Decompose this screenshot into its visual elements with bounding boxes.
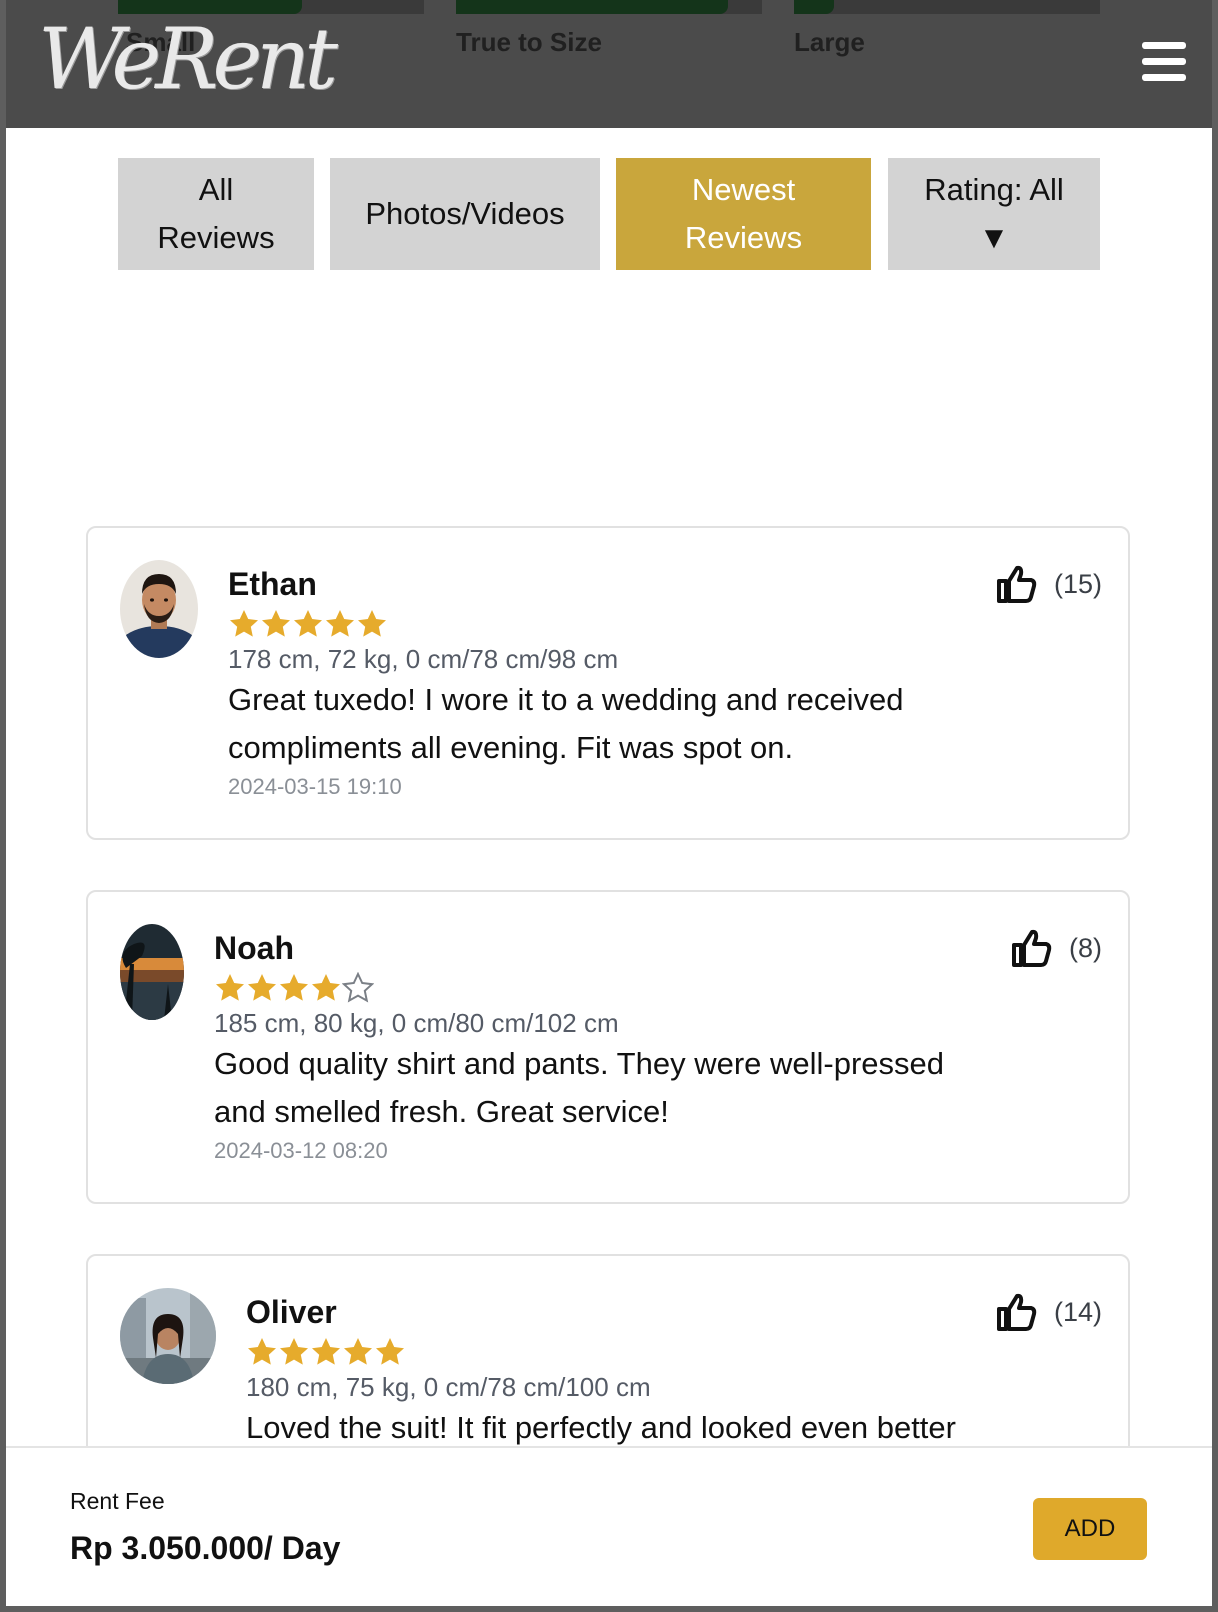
- rating-stars: [246, 1336, 406, 1368]
- hamburger-menu-icon[interactable]: [1142, 42, 1186, 82]
- like-button[interactable]: (14): [996, 1292, 1102, 1332]
- tab-newest-line2: Reviews: [684, 220, 803, 255]
- review-card: Noah 185 cm, 80 kg, 0 cm/80 cm/102 cm Go…: [86, 890, 1130, 1204]
- rating-stars: [214, 972, 374, 1004]
- rating-filter-label: Rating: All: [924, 172, 1064, 207]
- rent-fee-label: Rent Fee: [70, 1488, 165, 1514]
- reviewer-name: Oliver: [246, 1294, 337, 1330]
- star-filled-icon: [344, 1338, 372, 1365]
- reviewer-name: Ethan: [228, 566, 317, 602]
- thumbs-up-icon: [996, 1293, 1037, 1331]
- star-filled-icon: [294, 610, 322, 637]
- reviewer-measurements: 185 cm, 80 kg, 0 cm/80 cm/102 cm: [214, 1008, 619, 1038]
- werent-logo[interactable]: WeRent: [38, 14, 338, 104]
- review-date: 2024-03-15 19:10: [228, 774, 402, 799]
- tab-photos-videos-label: Photos/Videos: [365, 196, 565, 231]
- like-count: (15): [1053, 568, 1102, 599]
- star-filled-icon: [248, 974, 276, 1001]
- reviewer-name: Noah: [214, 930, 294, 966]
- thumbs-up-icon: [1012, 929, 1052, 967]
- star-filled-icon: [230, 610, 258, 637]
- header: Small True to Size Large WeRent: [6, 0, 1212, 128]
- tab-all-reviews[interactable]: All Reviews: [118, 158, 314, 270]
- fit-bar-large-fill: [794, 0, 834, 14]
- page-frame: Small True to Size Large WeRent All Revie…: [6, 0, 1212, 1606]
- star-filled-icon: [280, 974, 308, 1001]
- review-text: Loved the suit! It fit perfectly and loo…: [246, 1410, 956, 1445]
- like-button[interactable]: (8): [1011, 928, 1102, 968]
- fit-bar-true-fill: [456, 0, 729, 14]
- star-filled-icon: [280, 1338, 308, 1365]
- rating-filter-dropdown[interactable]: Rating: All ▼: [888, 158, 1100, 270]
- fit-label-true: True to Size: [456, 27, 602, 57]
- reviewer-measurements: 178 cm, 72 kg, 0 cm/78 cm/98 cm: [228, 644, 619, 674]
- add-button[interactable]: ADD: [1033, 1498, 1147, 1560]
- review-text: Great tuxedo! I wore it to a wedding and…: [228, 682, 904, 765]
- rent-fee-value: Rp 3.050.000/ Day: [70, 1530, 341, 1566]
- rent-fee-bar: Rent Fee Rp 3.050.000/ Day ADD: [6, 1446, 1212, 1606]
- fit-label-large: Large: [794, 27, 865, 57]
- review-card: Ethan 178 cm, 72 kg, 0 cm/78 cm/98 cm Gr…: [86, 526, 1130, 840]
- star-filled-icon: [216, 974, 244, 1001]
- star-filled-icon: [312, 1338, 340, 1365]
- tab-all-reviews-line1: All: [198, 172, 234, 207]
- reviewer-measurements: 180 cm, 75 kg, 0 cm/78 cm/100 cm: [246, 1372, 651, 1402]
- star-filled-icon: [376, 1338, 404, 1365]
- fit-bar-large: [794, 0, 1100, 14]
- thumbs-up-icon: [996, 565, 1037, 603]
- dropdown-arrow-icon: ▼: [978, 220, 1010, 255]
- reviewer-avatar: [120, 560, 198, 658]
- star-filled-icon: [248, 1338, 276, 1365]
- fit-bar-true: [456, 0, 762, 14]
- reviewer-avatar: [120, 924, 184, 1020]
- review-text: Good quality shirt and pants. They were …: [214, 1046, 945, 1129]
- review-date: 2024-03-12 08:20: [214, 1138, 388, 1163]
- tab-photos-videos[interactable]: Photos/Videos: [330, 158, 600, 270]
- tab-newest-reviews[interactable]: Newest Reviews: [616, 158, 871, 270]
- like-count: (14): [1053, 1296, 1102, 1327]
- tab-newest-line1: Newest: [691, 172, 796, 207]
- like-button[interactable]: (15): [996, 564, 1102, 604]
- reviewer-avatar: [120, 1288, 216, 1384]
- tab-all-reviews-line2: Reviews: [157, 220, 275, 255]
- rating-stars: [228, 608, 388, 640]
- star-filled-icon: [262, 610, 290, 637]
- like-count: (8): [1069, 932, 1102, 963]
- star-empty-icon: [342, 972, 374, 1003]
- star-filled-icon: [358, 610, 386, 637]
- star-filled-icon: [326, 610, 354, 637]
- star-filled-icon: [312, 974, 340, 1001]
